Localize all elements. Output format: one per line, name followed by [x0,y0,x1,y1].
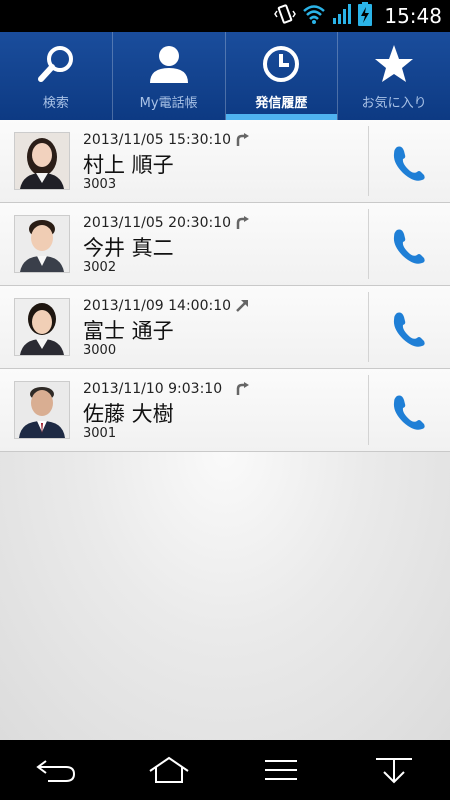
call-history-list: 2013/11/05 15:30:10 村上 順子 3003 2013/11/0… [0,120,450,452]
empty-list-area [0,452,450,740]
tab-label: 検索 [42,96,69,111]
menu-button[interactable] [251,750,311,790]
call-datetime: 2013/11/09 14:00:10 [83,298,232,314]
contact-extension: 3001 [83,426,117,441]
contact-name: 村上 順子 [83,153,174,177]
phone-icon [393,395,425,430]
tab-my-phonebook[interactable]: My電話帳 [113,32,226,120]
call-button[interactable] [388,225,428,265]
battery-charging-icon [358,2,373,30]
phone-icon [393,312,425,347]
collapse-button[interactable] [364,750,424,790]
person-icon [148,44,190,84]
history-row[interactable]: 2013/11/10 9:03:10 佐藤 大樹 3001 [0,369,450,452]
wifi-icon [302,3,326,29]
history-row[interactable]: 2013/11/05 20:30:10 今井 真二 3002 [0,203,450,286]
contact-name: 佐藤 大樹 [83,402,174,426]
contact-name: 富士 通子 [83,319,174,343]
call-datetime: 2013/11/10 9:03:10 [83,381,223,397]
call-button[interactable] [388,308,428,348]
signal-icon [332,3,352,29]
tab-label: お気に入り [361,96,427,111]
contact-extension: 3000 [83,343,117,358]
status-icons: 15:48 [274,0,442,32]
collapse-icon [375,758,412,784]
outgoing-arrow-icon [235,298,249,317]
home-button[interactable] [139,750,199,790]
tab-label: 発信履歴 [255,96,308,111]
contact-extension: 3002 [83,260,117,275]
redial-icon [235,215,249,234]
call-datetime: 2013/11/05 15:30:10 [83,132,232,148]
status-bar: 15:48 [0,0,450,32]
back-button[interactable] [26,750,86,790]
status-time: 15:48 [384,4,442,28]
tab-search[interactable]: 検索 [0,32,113,120]
contact-photo [14,215,70,273]
menu-icon [265,760,298,780]
history-row[interactable]: 2013/11/05 15:30:10 村上 順子 3003 [0,120,450,203]
search-icon [35,44,77,84]
star-icon [373,44,415,84]
tab-call-history[interactable]: 発信履歴 [225,32,339,120]
history-row[interactable]: 2013/11/09 14:00:10 富士 通子 3000 [0,286,450,369]
row-divider [368,209,369,279]
contact-extension: 3003 [83,177,117,192]
contact-name: 今井 真二 [83,236,174,260]
navigation-bar [0,740,450,800]
clock-icon [261,44,301,84]
contact-photo [14,381,70,439]
redial-icon [235,381,249,400]
contact-photo [14,298,70,356]
redial-icon [235,132,249,151]
back-icon [36,760,76,782]
call-button[interactable] [388,391,428,431]
phone-icon [393,229,425,264]
row-divider [368,292,369,362]
tab-label: My電話帳 [139,96,198,111]
contact-photo [14,132,70,190]
call-button[interactable] [388,142,428,182]
home-icon [149,756,189,783]
phone-icon [393,146,425,181]
row-divider [368,375,369,445]
vibrate-icon [274,3,297,29]
tab-favorites[interactable]: お気に入り [338,32,450,120]
row-divider [368,126,369,196]
call-datetime: 2013/11/05 20:30:10 [83,215,232,231]
tab-bar: 検索 My電話帳 発信履歴 お気に入り [0,32,450,120]
